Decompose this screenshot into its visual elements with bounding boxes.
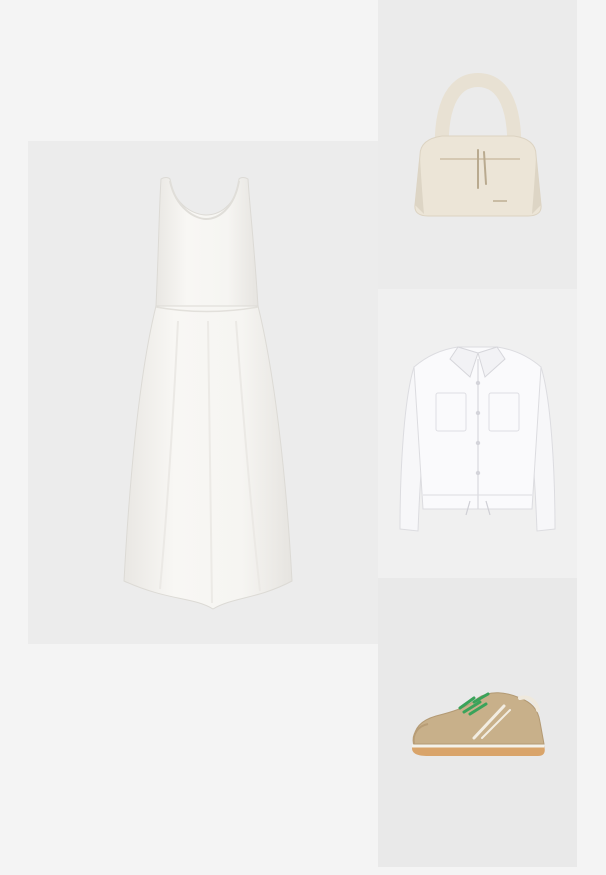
dress-icon (123, 177, 293, 610)
product-tile-bag[interactable] (378, 0, 577, 289)
product-tile-dress[interactable] (28, 141, 378, 644)
bag-icon (414, 72, 542, 217)
product-tile-jacket[interactable] (378, 289, 577, 578)
jacket-icon (399, 346, 556, 532)
sneaker-icon (412, 692, 545, 756)
product-tile-sneaker[interactable] (378, 578, 577, 867)
